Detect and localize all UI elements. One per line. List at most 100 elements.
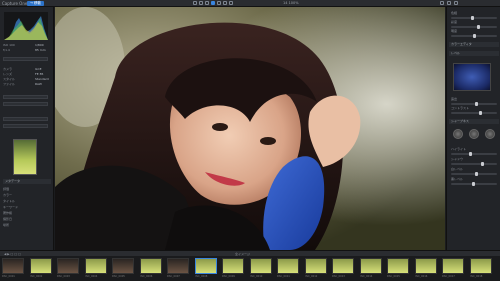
contrast-slider[interactable] [451, 111, 497, 115]
thumbnail-image [304, 258, 327, 274]
filmstrip-thumbnail[interactable]: DSC_0005 [112, 258, 134, 278]
filmstrip-thumbnail[interactable]: DSC_0016 [414, 258, 437, 278]
hue-slider[interactable] [451, 16, 497, 20]
shadow-color-wheel[interactable] [453, 129, 463, 139]
thumbnail-caption: DSC_0009 [222, 275, 235, 278]
thumbnail-caption: DSC_0005 [112, 275, 125, 278]
metadata-section-header[interactable]: メタデータ [3, 179, 51, 184]
thumbnail-image [194, 258, 217, 274]
thumbnail-caption: DSC_0007 [167, 275, 180, 278]
filmstrip-thumbnail[interactable]: DSC_0008 [194, 258, 217, 278]
tool-group [193, 1, 233, 6]
navigator-preview[interactable] [13, 139, 37, 175]
thumbnail-caption: DSC_0003 [57, 275, 70, 278]
thumbnail-image [442, 258, 464, 274]
help-icon[interactable] [454, 1, 458, 5]
rotate-tool-icon[interactable] [205, 1, 209, 5]
filmstrip-thumbnail[interactable]: DSC_0010 [249, 258, 272, 278]
filmstrip-thumbnail[interactable]: DSC_0002 [29, 258, 52, 278]
meta-row: 撮影日 [3, 217, 13, 221]
active-tab-button[interactable]: → 移動 [27, 1, 44, 6]
compare-tool-icon[interactable] [229, 1, 233, 5]
meta-row: 場所 [3, 223, 10, 227]
lightness-slider[interactable] [451, 34, 497, 38]
filmstrip-thumbnail[interactable]: DSC_0012 [304, 258, 327, 278]
thumbnail-caption: DSC_0013 [332, 275, 345, 278]
filmstrip-thumbnail[interactable]: DSC_0013 [332, 258, 354, 278]
thumbnail-caption: DSC_0018 [469, 275, 483, 278]
meta-row: 評価 [3, 187, 10, 191]
filmstrip-thumbnail[interactable]: DSC_0007 [167, 258, 189, 278]
thumbnail-caption: DSC_0014 [359, 275, 373, 278]
saturation-slider[interactable] [451, 25, 497, 29]
thumbnail-caption: DSC_0002 [29, 275, 43, 278]
info-row-1: ISO 100 1/800 [3, 43, 44, 47]
thumbnail-caption: DSC_0011 [277, 275, 290, 278]
hand-tool-icon[interactable] [193, 1, 197, 5]
thumbnail-image [139, 258, 162, 274]
filmstrip-thumbnail[interactable]: DSC_0001 [2, 258, 24, 278]
crop-tool-icon[interactable] [199, 1, 203, 5]
sharpness-section[interactable]: シャープネス [449, 119, 499, 124]
black-level-slider[interactable] [451, 182, 497, 186]
meta-row: キーワード [3, 205, 19, 209]
thumbnail-image [387, 258, 409, 274]
thumbnail-caption: DSC_0010 [249, 275, 263, 278]
slider-label: 色相 [451, 11, 458, 15]
collection-field[interactable] [3, 117, 48, 121]
filmstrip-thumbnail[interactable]: DSC_0011 [277, 258, 299, 278]
levels-section[interactable]: レベル [449, 51, 499, 56]
highlight-slider[interactable] [451, 152, 497, 156]
eraser-tool-icon[interactable] [217, 1, 221, 5]
meta-row: タイトル [3, 199, 16, 203]
slider-label: 露出 [451, 97, 458, 101]
meta-row: 著作権 [3, 211, 13, 215]
preset-dropdown[interactable] [3, 57, 48, 61]
right-tool-group [440, 1, 458, 5]
thumbnail-image [222, 258, 244, 274]
thumbnail-image [29, 258, 52, 274]
right-panel: 色相 彩度 明度 カラーエディタ レベル 露出 コントラスト シャープネス ハイ… [446, 7, 500, 250]
slider-label: 彩度 [451, 20, 458, 24]
thumbnail-image [167, 258, 189, 274]
search-field[interactable] [3, 102, 48, 106]
color-editor-section[interactable]: カラーエディタ [449, 42, 499, 47]
slider-label: 明度 [451, 29, 458, 33]
thumbnail-caption: DSC_0017 [442, 275, 455, 278]
thumbnail-image [277, 258, 299, 274]
picker-tool-icon[interactable] [223, 1, 227, 5]
brush-tool-icon[interactable] [211, 1, 215, 5]
export-icon[interactable] [447, 1, 451, 5]
filmstrip-thumbnail[interactable]: DSC_0003 [57, 258, 79, 278]
filmstrip-thumbnail[interactable]: DSC_0004 [84, 258, 107, 278]
highlight-color-wheel[interactable] [485, 129, 495, 139]
top-toolbar: Capture One 23 → 移動 14 100% [0, 0, 500, 7]
filmstrip-thumbnail[interactable]: DSC_0014 [359, 258, 382, 278]
filmstrip-thumbnail[interactable]: DSC_0006 [139, 258, 162, 278]
thumbnail-caption: DSC_0001 [2, 275, 15, 278]
filmstrip-thumbnail[interactable]: DSC_0017 [442, 258, 464, 278]
slider-label: コントラスト [451, 106, 469, 110]
thumbnail-caption: DSC_0012 [304, 275, 318, 278]
filmstrip-thumbnail[interactable]: DSC_0015 [387, 258, 409, 278]
settings-icon[interactable] [440, 1, 444, 5]
photo-editor-app: Capture One 23 → 移動 14 100% ISO 100 1/80… [0, 0, 500, 281]
thumbnail-image [2, 258, 24, 274]
thumbnail-caption: DSC_0004 [84, 275, 98, 278]
thumbnail-caption: DSC_0006 [139, 275, 153, 278]
thumbnail-image [414, 258, 437, 274]
filter-field[interactable] [3, 95, 48, 99]
filmstrip-thumbnail[interactable]: DSC_0018 [469, 258, 492, 278]
slider-label: シャドウ [451, 157, 464, 161]
midtone-color-wheel[interactable] [469, 129, 479, 139]
filmstrip-thumbnail[interactable]: DSC_0009 [222, 258, 244, 278]
left-panel: ISO 100 1/800 f/1.4 85 mm カメラ ILCE レンズ FE 85… [0, 7, 54, 250]
slider-label: 黒レベル [451, 177, 464, 181]
exposure-slider[interactable] [451, 102, 497, 106]
thumbnail-image [84, 258, 107, 274]
white-level-slider[interactable] [451, 172, 497, 176]
shadow-slider[interactable] [451, 162, 497, 166]
image-viewer[interactable] [55, 7, 445, 250]
color-swatch-preview[interactable] [453, 63, 491, 91]
album-field[interactable] [3, 124, 48, 128]
